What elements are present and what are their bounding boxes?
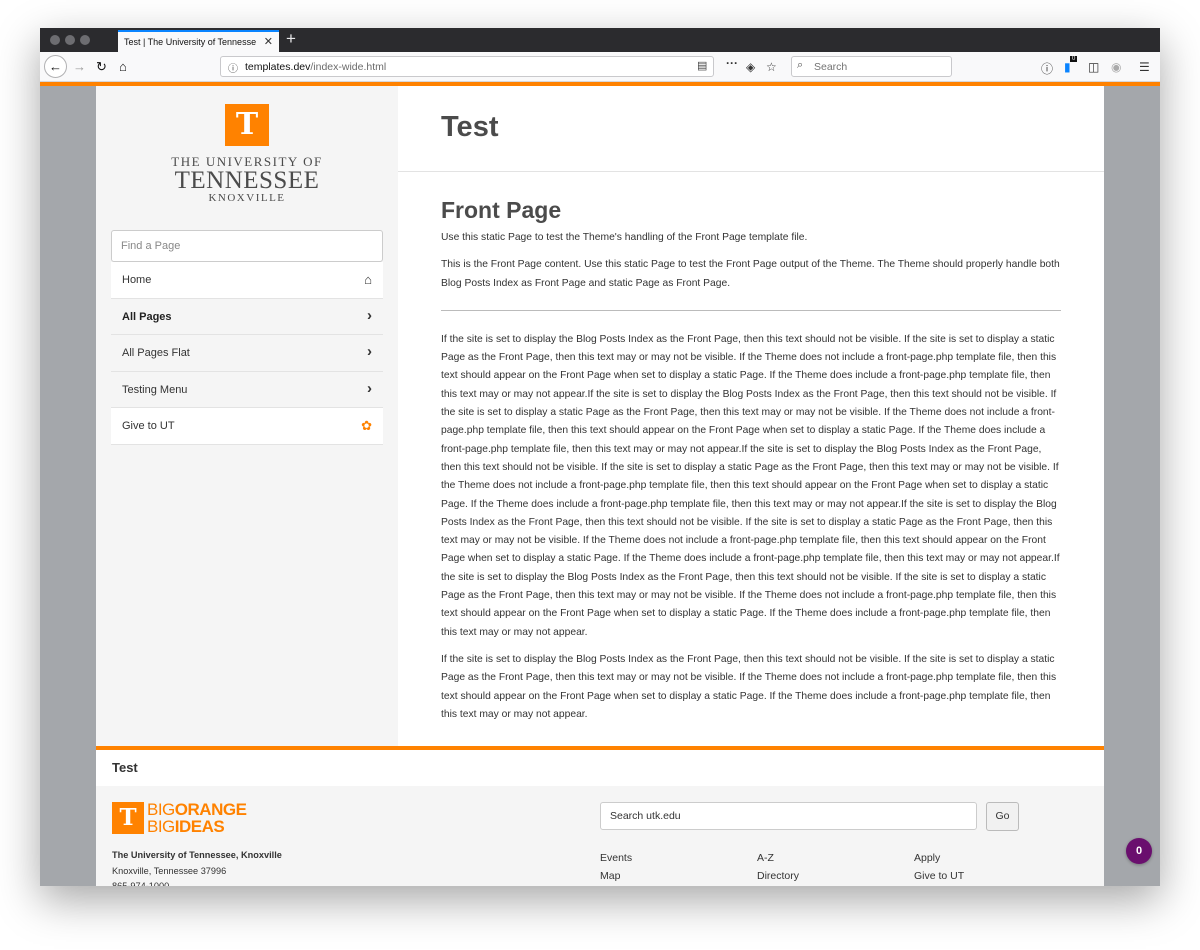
menu-icon[interactable]: ☰ [1139, 60, 1150, 74]
phone-number[interactable]: 865-974-1000 [112, 881, 169, 886]
page-title: Test [441, 111, 499, 143]
chevron-right-icon[interactable]: › [367, 307, 372, 324]
footer-title: Test [112, 760, 138, 775]
url-path: /index-wide.html [310, 61, 387, 73]
extension-badge: 0 [1070, 56, 1078, 62]
footer-link-give-to-ut[interactable]: Give to UT [914, 870, 964, 882]
footer-link-apply[interactable]: Apply [914, 852, 940, 864]
browser-search-placeholder: Search [814, 61, 848, 73]
chevron-right-icon[interactable]: › [367, 380, 372, 397]
sidebar-item-all-pages[interactable]: All Pages › [111, 298, 383, 335]
sidebar-item-label: All Pages [122, 310, 172, 323]
go-button[interactable]: Go [986, 802, 1019, 831]
power-t-logo: T [112, 802, 144, 834]
sidebar-menu: Home ⌂ All Pages › All Pages Flat › Test… [111, 262, 383, 445]
gift-icon: ✿ [361, 418, 372, 433]
address-city: Knoxville, Tennessee 37996 [112, 865, 227, 876]
window-minimize-dot[interactable] [65, 35, 75, 45]
logo-line-1: BIGORANGE [147, 801, 247, 818]
main-content: Front Page Use this static Page to test … [441, 197, 1061, 733]
window-close-dot[interactable] [50, 35, 60, 45]
power-t-logo: T [225, 104, 269, 146]
search-icon: ⌕ [797, 59, 804, 71]
sidebar-item-label: Give to UT [122, 420, 175, 432]
sidebar: T THE UNIVERSITY OF TENNESSEE KNOXVILLE … [96, 86, 398, 746]
sidebar-item-home[interactable]: Home ⌂ [111, 262, 383, 299]
url-host: templates.dev [245, 61, 311, 73]
footer-title-bar: Test [96, 750, 1104, 786]
account-icon[interactable]: ◉ [1111, 60, 1121, 74]
intro-paragraph: Use this static Page to test the Theme's… [441, 232, 808, 243]
utk-search-input[interactable]: Search utk.edu [600, 802, 977, 830]
home-icon[interactable]: ⌂ [119, 58, 127, 76]
browser-window: Test | The University of Tennessee, ✕ + … [40, 28, 1160, 886]
content-heading: Front Page [441, 197, 562, 223]
chevron-right-icon[interactable]: › [367, 343, 372, 360]
big-orange-big-ideas-logo[interactable]: T BIGORANGE BIGIDEAS [112, 800, 262, 838]
browser-tab[interactable]: Test | The University of Tennessee, ✕ [118, 30, 279, 52]
notification-badge[interactable]: 0 [1126, 838, 1152, 864]
extension-notification-icon[interactable]: ▮ [1064, 60, 1071, 74]
page-actions-icon[interactable]: ··· [726, 56, 738, 70]
footer-link-events[interactable]: Events [600, 852, 632, 864]
sidebar-item-label: Testing Menu [122, 383, 188, 396]
forward-icon[interactable]: → [73, 58, 86, 76]
logo-line-2: TENNESSEE [174, 167, 320, 194]
paragraph: If the site is set to display the Blog P… [441, 653, 1057, 720]
sidebar-item-label: All Pages Flat [122, 347, 190, 359]
footer-link-a-z[interactable]: A-Z [757, 852, 774, 864]
reader-view-icon[interactable]: ▤ [697, 59, 707, 72]
paragraph: If the site is set to display the Blog P… [441, 333, 1060, 638]
window-zoom-dot[interactable] [80, 35, 90, 45]
footer-link-map[interactable]: Map [600, 870, 620, 882]
sidebar-item-all-pages-flat[interactable]: All Pages Flat › [111, 335, 383, 372]
new-tab-icon[interactable]: + [286, 29, 296, 49]
logo-word-2: IDEAS [174, 817, 225, 836]
site-info-icon[interactable]: ⓘ [228, 60, 238, 75]
pocket-icon[interactable]: ◈ [746, 60, 755, 74]
url-bar[interactable]: ⓘ templates.dev/index-wide.html ▤ [220, 56, 714, 77]
logo-line-3: KNOXVILLE [208, 192, 286, 204]
sidebar-item-label: Home [122, 274, 152, 286]
tab-title: Test | The University of Tennessee, [124, 37, 256, 47]
extension-info-icon[interactable]: ⓘ [1041, 60, 1053, 77]
page-header: Test [398, 86, 1104, 172]
divider [441, 309, 1061, 311]
reload-icon[interactable]: ↻ [96, 58, 107, 76]
browser-search-input[interactable]: ⌕ Search [791, 56, 952, 77]
back-icon[interactable]: ← [44, 55, 67, 78]
find-page-input[interactable] [111, 230, 383, 262]
university-logo[interactable]: T THE UNIVERSITY OF TENNESSEE KNOXVILLE [96, 104, 398, 204]
home-icon: ⌂ [364, 272, 372, 287]
navigation-toolbar: ← → ↻ ⌂ ⓘ templates.dev/index-wide.html … [40, 52, 1160, 82]
bookmark-star-icon[interactable]: ☆ [766, 60, 777, 74]
sidebar-item-testing-menu[interactable]: Testing Menu › [111, 371, 383, 408]
web-page: T THE UNIVERSITY OF TENNESSEE KNOXVILLE … [96, 86, 1104, 886]
logo-line-2: BIGIDEAS [147, 817, 225, 836]
tab-bar: Test | The University of Tennessee, ✕ + [40, 28, 1160, 52]
logo-big-2: BIG [147, 817, 175, 836]
address-name: The University of Tennessee, Knoxville [112, 850, 282, 860]
sidebar-toggle-icon[interactable]: ◫ [1088, 60, 1099, 74]
address-block: The University of Tennessee, Knoxville K… [112, 848, 282, 886]
sidebar-item-give-to-ut[interactable]: Give to UT ✿ [111, 408, 383, 445]
footer: T BIGORANGE BIGIDEAS The University of T… [96, 786, 1104, 886]
paragraph: This is the Front Page content. Use this… [441, 259, 1060, 289]
footer-link-directory[interactable]: Directory [757, 870, 799, 882]
tab-close-icon[interactable]: ✕ [264, 35, 273, 48]
